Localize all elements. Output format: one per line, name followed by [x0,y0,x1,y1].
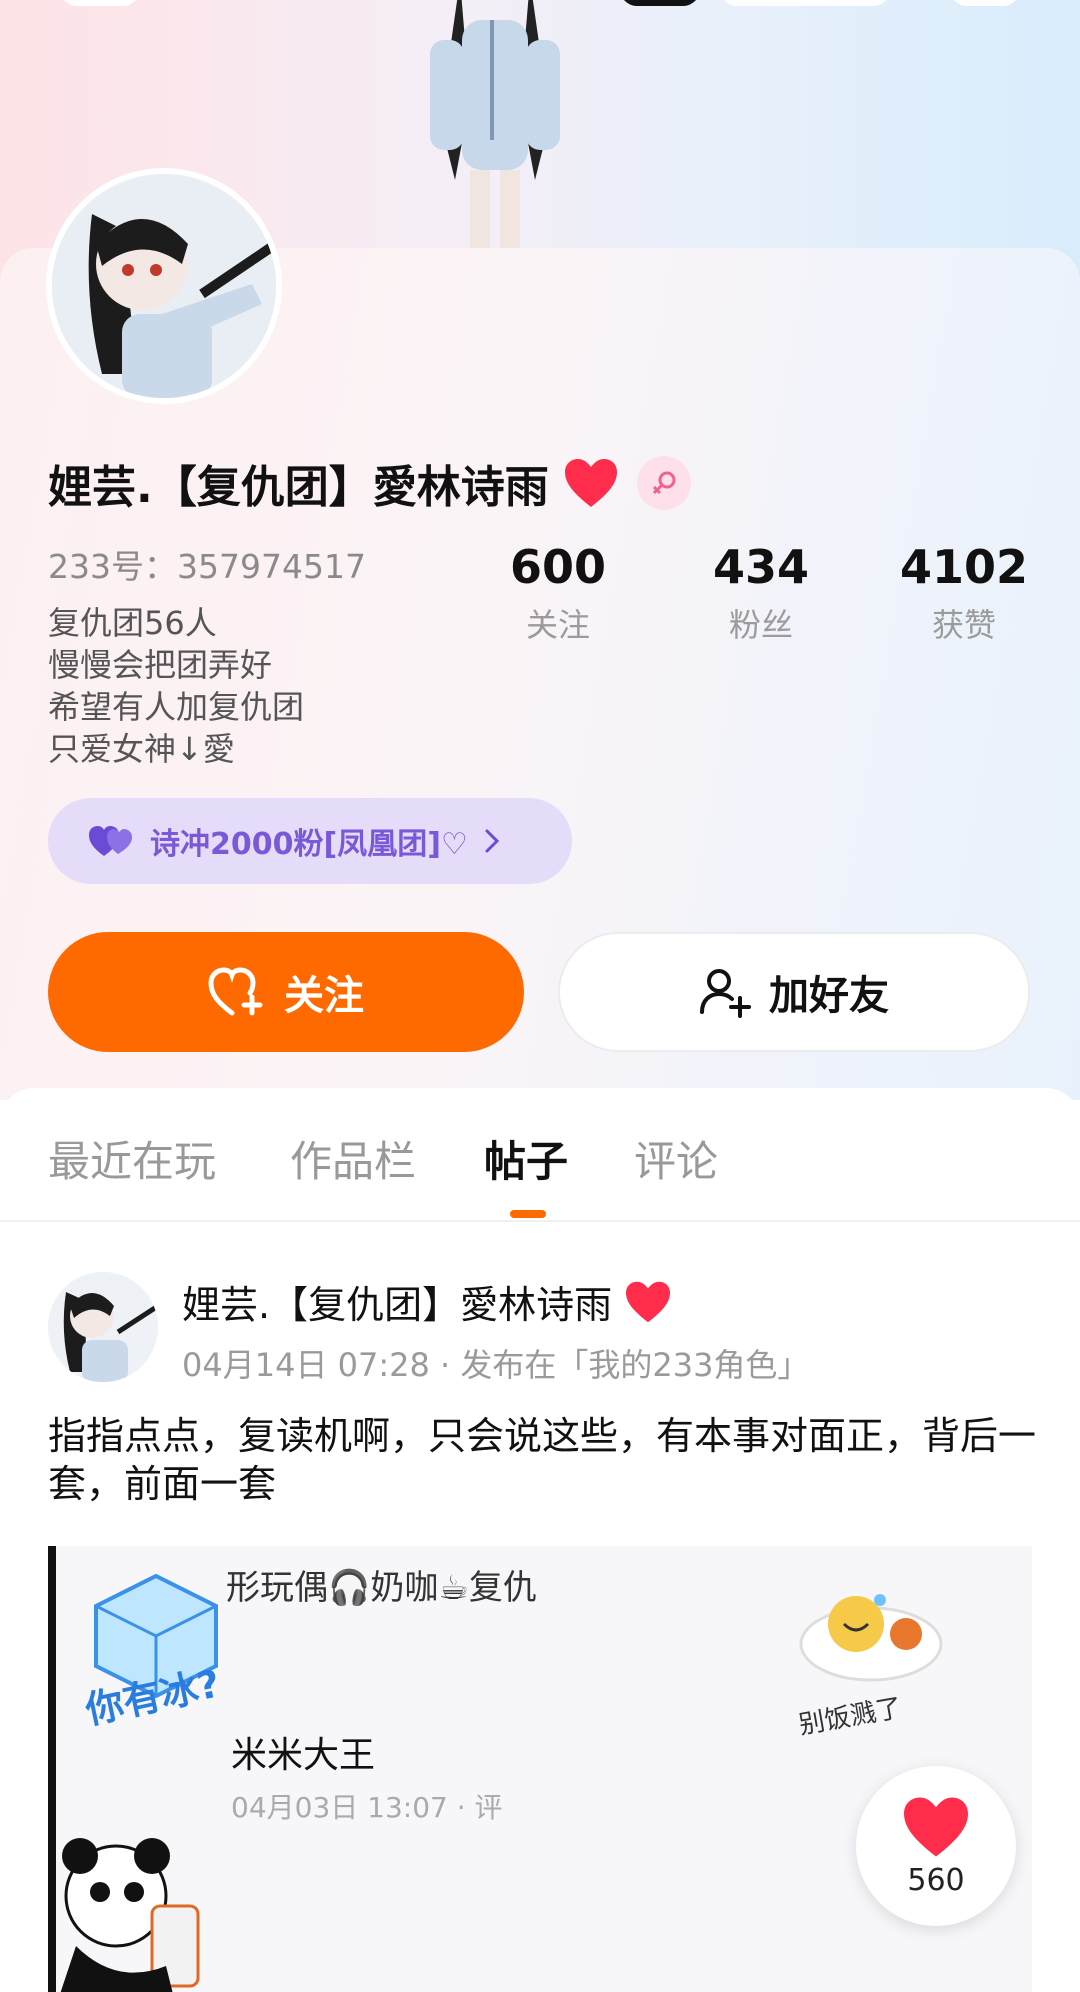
profile-avatar[interactable] [46,168,282,404]
stat-value: 600 [509,540,607,594]
post-image[interactable]: 形玩偶🎧奶咖☕复仇 你有冰? 别饭溅了 米米大王 04月03日 13:07 · … [48,1546,1032,1992]
female-gender-icon [636,456,691,510]
post-author-name[interactable]: 娌芸.【复仇团】愛林诗雨 [182,1274,612,1329]
profile-name: 娌芸.【复仇团】愛林诗雨 [48,462,549,513]
stat-followers[interactable]: 434 粉丝 [661,540,861,646]
add-user-icon [700,969,751,1018]
profile-uid: 233号：357974517 [48,547,366,586]
sticker-caption: 别饭溅了 [796,1693,905,1741]
like-button[interactable]: 560 [856,1766,1016,1926]
post-body-text: 指指点点，复读机啊，只会说这些，有本事对面正，背后一套，前面一套 [48,1414,1037,1506]
tab-posts[interactable]: 帖子 [484,1128,568,1189]
double-heart-icon [89,826,132,856]
stat-label: 粉丝 [728,606,793,644]
post-author-row: 娌芸.【复仇团】愛林诗雨 [182,1274,672,1329]
bio-line: 希望有人加复仇团 [48,688,305,726]
banner-top-pill [950,0,1020,6]
tab-works[interactable]: 作品栏 [290,1128,416,1189]
banner-top-pill [720,0,890,6]
active-tab-indicator [510,1210,546,1218]
add-friend-label: 加好友 [769,973,889,1019]
rice-bowl-sticker [799,1594,943,1682]
banner-top-pill [620,0,700,6]
stat-label: 关注 [525,606,590,644]
stat-likes[interactable]: 4102 获赞 [864,540,1064,646]
panda-meme-sticker [60,1838,200,1992]
image-text-date: 04月03日 13:07 · 评 [231,1791,503,1824]
stat-value: 434 [712,540,810,594]
red-heart-icon [564,459,617,507]
stat-following[interactable]: 600 关注 [458,540,658,646]
profile-tabs: 最近在玩 作品栏 帖子 评论 [0,1088,1080,1222]
red-heart-icon [904,1796,968,1857]
tab-recently-played[interactable]: 最近在玩 [48,1128,216,1189]
tab-comments[interactable]: 评论 [634,1128,718,1189]
stat-value: 4102 [899,540,1029,594]
follow-label: 关注 [284,973,364,1019]
avatar-image [48,1272,158,1382]
character-figure-image [430,0,560,250]
post-meta: 04月14日 07:28 · 发布在「我的233角色」 [182,1346,810,1384]
image-text-name: 米米大王 [231,1735,376,1776]
bio-line: 只爱女神↓愛 [48,730,235,768]
stat-label: 获赞 [931,606,996,644]
chevron-right-icon [485,829,499,853]
post-author-avatar[interactable] [48,1272,158,1382]
group-tag-button[interactable]: 诗冲2000粉[凤凰团]♡ [48,798,572,884]
add-friend-button[interactable]: 加好友 [558,932,1030,1052]
avatar-image [52,174,276,398]
like-count: 560 [907,1862,965,1898]
profile-name-row: 娌芸.【复仇团】愛林诗雨 [48,452,691,514]
image-text-line: 形玩偶🎧奶咖☕复仇 [226,1568,537,1608]
follow-button[interactable]: 关注 [48,932,524,1052]
red-heart-icon [626,1281,671,1322]
banner-top-pill [60,0,140,6]
bio-line: 复仇团56人 [48,604,217,642]
profile-bio: 复仇团56人 慢慢会把团弄好 希望有人加复仇团 只爱女神↓愛 [48,602,304,770]
group-tag-label: 诗冲2000粉[凤凰团]♡ [150,827,468,862]
heart-plus-icon [208,967,263,1016]
bio-line: 慢慢会把团弄好 [48,646,273,684]
